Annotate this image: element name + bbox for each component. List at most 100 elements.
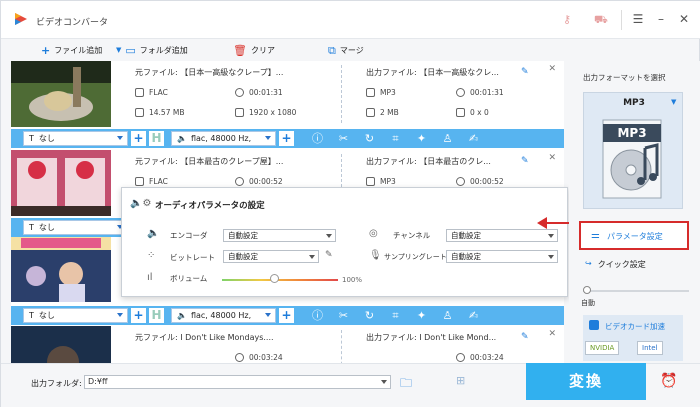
add-audio-button[interactable]: +	[279, 131, 294, 146]
source-format: FLAC	[135, 177, 168, 186]
microphone-icon: 🎙	[369, 250, 382, 261]
samplerate-select[interactable]: 自動設定	[446, 250, 558, 263]
audio-track-select[interactable]: 🔈 flac, 48000 Hz,	[171, 131, 276, 146]
dropdown-arrow-icon: ▼	[116, 46, 122, 54]
audio-track-select[interactable]: 🔈 flac, 48000 Hz,	[171, 308, 276, 323]
add-audio-button[interactable]: +	[279, 308, 294, 323]
menu-icon[interactable]: ☰	[630, 11, 646, 27]
crop-icon[interactable]: ⌗	[389, 132, 402, 145]
watermark-icon[interactable]: ♙	[441, 309, 454, 322]
info-icon[interactable]: ⓘ	[311, 132, 324, 145]
output-file-title: 出力ファイル: 【日本最古のクレ...	[366, 157, 491, 166]
subtitle-icon: T	[29, 223, 34, 232]
encoder-select[interactable]: 自動設定	[223, 229, 336, 242]
convert-button[interactable]: 変換	[526, 363, 646, 400]
edit-output-icon[interactable]: ✎	[521, 156, 529, 166]
title-bar: ビデオコンバータ ⚷ ⛟ ☰ – ✕	[1, 1, 700, 39]
encoder-label: エンコーダ	[170, 231, 208, 240]
minimize-icon[interactable]: –	[653, 11, 669, 27]
hardsub-icon[interactable]: H	[149, 131, 164, 146]
add-subtitle-button[interactable]: +	[131, 131, 146, 146]
file-size-icon	[135, 108, 144, 117]
subtitle-select[interactable]: T なし	[23, 308, 128, 323]
auto-label: 自動	[581, 299, 595, 307]
add-folder-button[interactable]: ▼ ▭ フォルダ追加	[116, 43, 188, 57]
list-item[interactable]: 元ファイル: I Don't Like Mondays.... 00:03:24…	[11, 326, 564, 363]
app-logo-icon	[15, 13, 27, 25]
output-duration: 00:03:24	[456, 353, 504, 362]
cart-icon[interactable]: ⛟	[594, 14, 608, 26]
dropdown-arrow-icon	[309, 255, 315, 259]
clock-icon	[235, 88, 244, 97]
edit-output-icon[interactable]: ✎	[521, 67, 529, 77]
parameter-settings-button[interactable]: ⚌ パラメータ設定	[579, 221, 689, 250]
watermark-icon[interactable]: ♙	[441, 132, 454, 145]
dropdown-arrow-icon: ▼	[671, 98, 677, 106]
subtitle-edit-icon[interactable]: ✍	[467, 309, 480, 322]
audio-parameters-popup: 🔈⚙ オーディオパラメータの設定 🔈 エンコーダ 自動設定 ⁘ ビットレート 自…	[121, 187, 568, 297]
info-icon[interactable]: ⓘ	[311, 309, 324, 322]
plus-icon: +	[41, 43, 51, 57]
samplerate-label: サンプリングレート	[384, 253, 447, 261]
format-badge: MP3	[617, 126, 647, 140]
subtitle-select[interactable]: T なし	[23, 220, 128, 235]
format-icon	[135, 88, 144, 97]
sliders-icon: ⚌	[591, 230, 600, 241]
effects-icon[interactable]: ✦	[415, 132, 428, 145]
list-item[interactable]: 元ファイル: 【日本一高級なクレープ】... FLAC 00:01:31 14.…	[11, 61, 564, 127]
source-file-title: 元ファイル: I Don't Like Mondays....	[135, 333, 274, 342]
add-file-button[interactable]: + ファイル追加	[41, 43, 102, 57]
video-thumbnail[interactable]	[11, 236, 111, 302]
quality-slider-handle[interactable]	[583, 286, 591, 294]
effects-icon[interactable]: ✦	[415, 309, 428, 322]
trash-icon: 🗑	[233, 43, 247, 57]
open-folder-icon[interactable]: 🗀	[400, 374, 412, 395]
resolution-icon	[456, 108, 465, 117]
gpu-checkbox[interactable]	[589, 320, 599, 330]
edit-output-icon[interactable]: ✎	[521, 332, 529, 342]
output-format-name: MP3	[623, 98, 645, 108]
dropdown-arrow-icon	[381, 380, 387, 384]
hardsub-icon[interactable]: H	[149, 308, 164, 323]
remove-item-icon[interactable]: ✕	[548, 329, 556, 339]
bitrate-label: ビットレート	[170, 253, 215, 262]
cut-icon[interactable]: ✂	[337, 309, 350, 322]
add-folder-label: フォルダ追加	[139, 45, 188, 55]
subtitle-edit-icon[interactable]: ✍	[467, 132, 480, 145]
add-subtitle-button[interactable]: +	[131, 308, 146, 323]
quick-settings[interactable]: ↪ クイック設定	[585, 259, 646, 270]
video-thumbnail[interactable]	[11, 326, 111, 363]
video-thumbnail[interactable]	[11, 150, 111, 216]
output-duration: 00:00:52	[456, 177, 504, 186]
bitrate-icon: ⁘	[147, 250, 156, 261]
rotate-icon[interactable]: ↻	[363, 309, 376, 322]
remove-item-icon[interactable]: ✕	[548, 153, 556, 163]
key-icon[interactable]: ⚷	[561, 14, 573, 26]
dropdown-arrow-icon	[265, 313, 271, 317]
quality-slider-track[interactable]	[583, 290, 689, 292]
alarm-clock-icon[interactable]: ⏰	[660, 373, 677, 389]
clear-label: クリア	[250, 45, 275, 55]
bitrate-select[interactable]: 自動設定	[223, 250, 319, 263]
output-settings-icon[interactable]: ⊞	[456, 374, 465, 387]
video-thumbnail[interactable]	[11, 61, 111, 127]
volume-slider-track[interactable]	[222, 279, 338, 281]
crop-icon[interactable]: ⌗	[389, 309, 402, 322]
output-folder-input[interactable]: D:¥ff	[84, 375, 391, 389]
remove-item-icon[interactable]: ✕	[548, 64, 556, 74]
merge-button[interactable]: ⧉ マージ	[328, 43, 364, 57]
volume-value: 100%	[342, 276, 363, 284]
output-format-selector[interactable]: MP3 ▼ MP3	[583, 92, 683, 209]
edit-bitrate-icon[interactable]: ✎	[325, 250, 333, 260]
clock-icon	[235, 353, 244, 362]
dropdown-arrow-icon	[326, 234, 332, 238]
dropdown-arrow-icon	[548, 234, 554, 238]
clear-button[interactable]: 🗑 クリア	[233, 43, 275, 57]
volume-slider-handle[interactable]	[270, 274, 280, 283]
cut-icon[interactable]: ✂	[337, 132, 350, 145]
rotate-icon[interactable]: ↻	[363, 132, 376, 145]
channel-label: チャンネル	[393, 231, 431, 240]
subtitle-select[interactable]: T なし	[23, 131, 128, 146]
item-divider	[341, 330, 342, 363]
close-icon[interactable]: ✕	[676, 11, 692, 27]
